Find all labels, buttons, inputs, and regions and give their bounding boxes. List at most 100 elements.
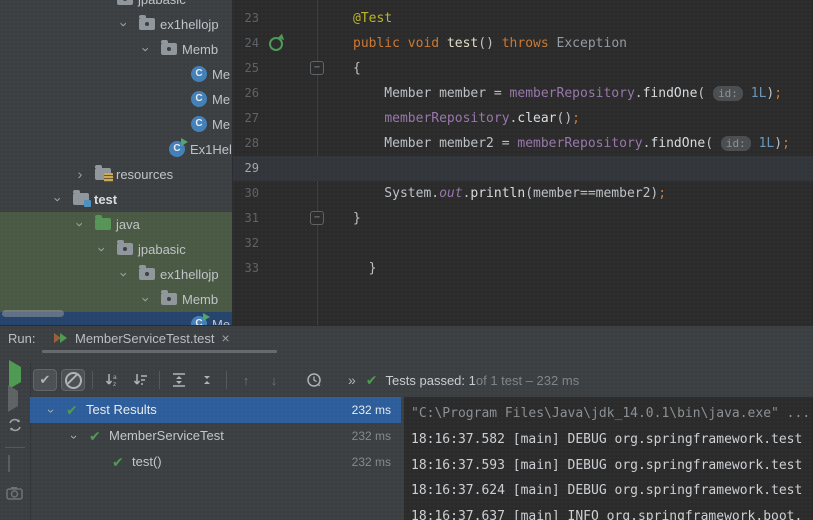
chevron-down-icon[interactable]: › [112, 268, 137, 282]
chevron-down-icon[interactable]: › [134, 43, 159, 57]
thread-dump-button[interactable] [6, 486, 24, 504]
fold-marker-icon[interactable]: − [310, 61, 324, 75]
line-number[interactable]: 28 [233, 131, 259, 156]
expand-all-button[interactable] [167, 369, 191, 391]
chevron-down-icon[interactable]: › [112, 18, 137, 32]
show-ignored-toggle[interactable] [61, 369, 85, 391]
more-toolbar-icon[interactable]: » [348, 372, 356, 388]
expand-all-icon [173, 373, 185, 387]
collapse-all-button[interactable] [195, 369, 219, 391]
project-tree-item-me[interactable]: Me [0, 112, 232, 137]
active-tab-underline [42, 350, 277, 353]
project-tree-item-test[interactable]: › test [0, 187, 232, 212]
code-line-25[interactable]: 25 − { [233, 56, 813, 81]
test-history-button[interactable] [302, 369, 326, 391]
project-tree-item-resources[interactable]: › resources [0, 162, 232, 187]
class-icon [191, 91, 207, 107]
test-result-row[interactable]: › ✔ Test Results 232 ms [30, 397, 401, 423]
project-tree-item-ex1hel[interactable]: Ex1Hel [0, 137, 232, 162]
project-tree-panel[interactable]: jpabasic›ex1hellojp›MembMeMeMeEx1Hel›res… [0, 0, 233, 325]
code-token: . [634, 86, 643, 101]
test-runner-toolbar: ✔ az ↑ ↓ » ✔ Tests passed: 1 of 1 test –… [33, 363, 813, 397]
class-main-icon [169, 138, 188, 157]
project-tree-item-ex1hellojp[interactable]: › ex1hellojp [0, 262, 232, 287]
test-result-row[interactable]: ✔ test() 232 ms [30, 449, 401, 475]
toggle-auto-test-button[interactable] [6, 416, 24, 434]
project-tree-item-me[interactable]: Me [0, 62, 232, 87]
line-number[interactable]: 23 [233, 6, 259, 31]
code-token: findOne [642, 86, 698, 101]
code-line-30[interactable]: 30 System.out.println(member==member2); [233, 181, 813, 206]
show-passed-toggle[interactable]: ✔ [33, 369, 57, 391]
run-left-toolbar [0, 360, 31, 520]
code-text: Member member2 = memberRepository.findOn… [353, 131, 790, 156]
code-text: @Test [353, 6, 392, 31]
chevron-down-icon[interactable]: › [46, 193, 71, 207]
project-item-label: test [94, 192, 118, 207]
line-number[interactable]: 32 [233, 231, 259, 256]
line-number[interactable]: 24 [233, 31, 259, 56]
next-occurrence-button[interactable]: ↓ [262, 369, 286, 391]
test-result-row[interactable]: › ✔ MemberServiceTest 232 ms [30, 423, 401, 449]
svg-text:a: a [113, 374, 117, 381]
code-line-32[interactable]: 32 [233, 231, 813, 256]
line-number[interactable]: 33 [233, 256, 259, 281]
svg-text:z: z [113, 381, 116, 388]
toolbar-separator [226, 371, 227, 389]
line-number[interactable]: 31 [233, 206, 259, 231]
project-tree-item-memb[interactable]: › Memb [0, 287, 232, 312]
coverage-grid-button[interactable] [6, 455, 24, 474]
toolbar-separator [92, 371, 93, 389]
line-number[interactable]: 27 [233, 106, 259, 131]
console-line: 18:16:37.637 [main] INFO org.springframe… [411, 509, 803, 520]
code-line-29[interactable]: 29 [233, 156, 813, 181]
code-editor[interactable]: 23 @Test 24 public void test() throws Excep… [233, 0, 813, 325]
project-tree-item-java[interactable]: › java [0, 212, 232, 237]
code-line-28[interactable]: 28 Member member2 = memberRepository.fin… [233, 131, 813, 156]
chevron-down-icon[interactable]: › [38, 404, 64, 418]
line-number[interactable]: 29 [233, 156, 259, 181]
run-console[interactable]: "C:\Program Files\Java\jdk_14.0.1\bin\ja… [404, 397, 813, 520]
chevron-down-icon[interactable]: › [90, 243, 115, 257]
code-token: @Test [353, 11, 393, 26]
horizontal-scrollbar-thumb[interactable] [2, 310, 64, 317]
code-token: public [353, 36, 400, 51]
project-tree-item-jpabasic[interactable]: › jpabasic [0, 237, 232, 262]
test-result-label: test() [132, 454, 162, 469]
project-tree-item-me[interactable]: Me [0, 87, 232, 112]
sort-alpha-icon: az [105, 374, 117, 388]
folder-green-icon [95, 215, 111, 230]
camera-icon [6, 487, 23, 500]
previous-occurrence-button[interactable]: ↑ [234, 369, 258, 391]
code-token: memberRepository [509, 86, 635, 101]
project-tree-item-ex1hellojp[interactable]: › ex1hellojp [0, 12, 232, 37]
code-token: 1L [758, 136, 775, 151]
chevron-right-icon[interactable]: › [73, 162, 87, 187]
rerun-test-gutter-icon[interactable] [269, 37, 283, 51]
code-token: () [478, 36, 502, 51]
code-line-31[interactable]: 31 −} [233, 206, 813, 231]
line-number[interactable]: 30 [233, 181, 259, 206]
run-header: Run: MemberServiceTest.test × [0, 326, 813, 353]
rerun-button[interactable] [6, 360, 24, 389]
chevron-down-icon[interactable]: › [134, 293, 159, 307]
chevron-down-icon[interactable]: › [68, 218, 93, 232]
line-number[interactable]: 25 [233, 56, 259, 81]
close-tab-icon[interactable]: × [221, 330, 229, 346]
run-tab[interactable]: MemberServiceTest.test × [48, 326, 236, 350]
code-line-24[interactable]: 24 public void test() throws Exception [233, 31, 813, 56]
chevron-down-icon[interactable]: › [61, 430, 87, 444]
rerun-failed-tests-button[interactable] [6, 385, 24, 412]
sort-by-duration-button[interactable] [128, 369, 152, 391]
class-test-icon [191, 313, 210, 325]
fold-marker-icon[interactable]: − [310, 211, 324, 225]
code-line-26[interactable]: 26 Member member = memberRepository.find… [233, 81, 813, 106]
project-tree-item-memb[interactable]: › Memb [0, 37, 232, 62]
line-number[interactable]: 26 [233, 81, 259, 106]
sort-alphabetically-button[interactable]: az [100, 369, 124, 391]
code-line-27[interactable]: 27 memberRepository.clear(); [233, 106, 813, 131]
project-tree-item-jpabasic[interactable]: jpabasic [0, 0, 232, 12]
code-line-33[interactable]: 33 } [233, 256, 813, 281]
code-line-23[interactable]: 23 @Test [233, 6, 813, 31]
code-token: findOne [650, 136, 706, 151]
